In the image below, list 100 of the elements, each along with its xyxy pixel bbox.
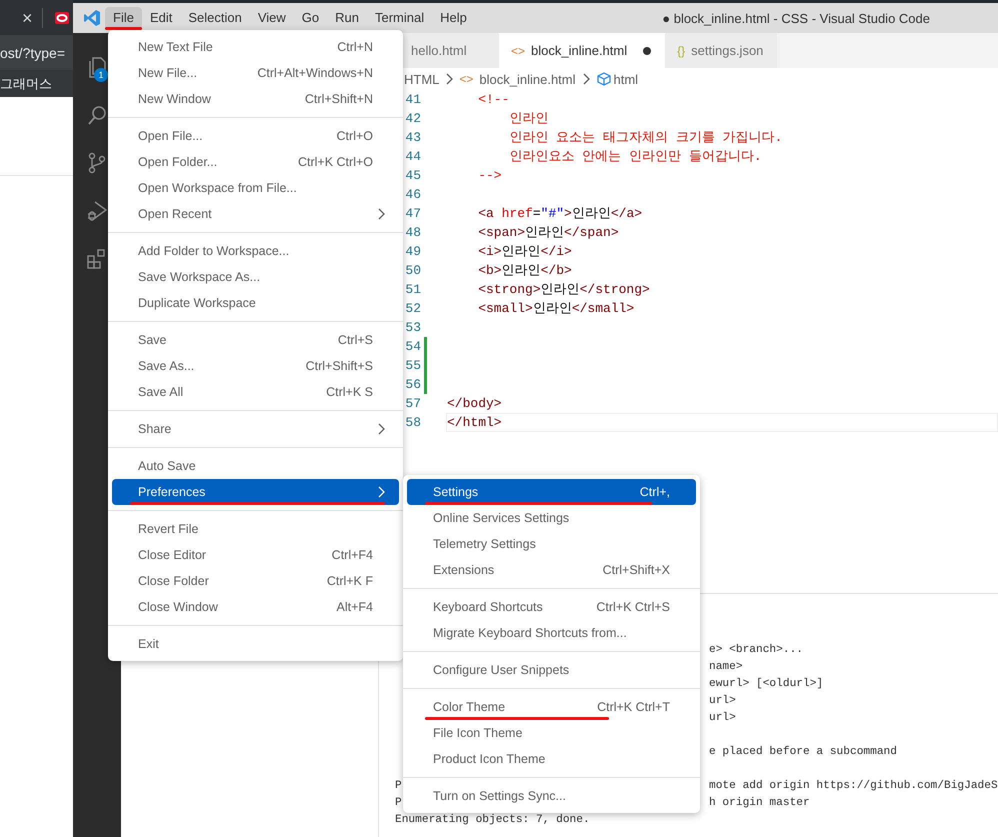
menu-item[interactable]: Settings Ctrl+,	[407, 479, 696, 505]
line-number: 55	[404, 358, 421, 373]
menu-bar-item[interactable]: Terminal	[367, 6, 432, 30]
code-token: >	[564, 206, 572, 221]
menu-item[interactable]: Color Theme Ctrl+K Ctrl+T	[407, 694, 696, 720]
menu-item[interactable]: Open Folder... Ctrl+K Ctrl+O	[112, 149, 399, 175]
line-number: 50	[404, 263, 421, 278]
line-number: 42	[404, 111, 421, 126]
menu-item[interactable]: Open Recent	[112, 201, 399, 227]
menu-item[interactable]: New Window Ctrl+Shift+N	[112, 86, 399, 112]
tab-label: hello.html	[411, 43, 467, 58]
terminal-text: P	[395, 780, 402, 792]
menu-item[interactable]: Save All Ctrl+K S	[112, 379, 399, 405]
code-token: <span>	[477, 225, 526, 240]
menu-item[interactable]: Keyboard Shortcuts Ctrl+K Ctrl+S	[407, 594, 696, 620]
menu-item[interactable]: File Icon Theme	[407, 720, 696, 746]
menu-item[interactable]: Close Editor Ctrl+F4	[112, 542, 399, 568]
code-token: </b>	[540, 263, 572, 278]
terminal-text: P	[395, 797, 402, 809]
play-bug-icon	[85, 199, 109, 223]
annotation-underline	[105, 26, 142, 30]
menu-item[interactable]: Open File... Ctrl+O	[112, 123, 399, 149]
code-token: </a>	[610, 206, 642, 221]
code-token: 인라인	[502, 244, 541, 259]
menu-bar-item[interactable]: Help	[432, 6, 475, 30]
tab-label: settings.json	[691, 43, 764, 58]
menu-item[interactable]: Turn on Settings Sync...	[407, 783, 696, 809]
code-token: 인라인	[508, 111, 548, 126]
cube-icon	[596, 71, 612, 87]
line-number: 47	[404, 206, 421, 221]
menu-item[interactable]: Exit	[112, 631, 399, 657]
code-token: 인라인요소 안에는 인라인만 들어갑니다.	[508, 149, 762, 164]
line-number: 52	[404, 301, 421, 316]
menu-item[interactable]: Duplicate Workspace	[112, 290, 399, 316]
code-token: 인라인	[525, 225, 564, 240]
line-number: 45	[404, 168, 421, 183]
tab-label: block_inline.html	[531, 43, 628, 58]
code-token: <i>	[477, 244, 502, 259]
menu-item[interactable]: Share	[112, 416, 399, 442]
menu-item[interactable]: Close Window Alt+F4	[112, 594, 399, 620]
code-token: </small>	[572, 301, 634, 316]
unsaved-dot-icon	[643, 46, 652, 54]
menu-bar-item[interactable]: Run	[327, 6, 367, 30]
menu-item[interactable]: Configure User Snippets	[407, 657, 696, 683]
editor-tab[interactable]: <> block_inline.html	[499, 33, 666, 68]
menu-bar-item[interactable]: Go	[294, 6, 328, 30]
line-number: 41	[404, 92, 421, 107]
line-number: 57	[404, 396, 421, 411]
menu-item[interactable]: Product Icon Theme	[407, 746, 696, 772]
menu-item[interactable]: Save Workspace As...	[112, 264, 399, 290]
line-number: 54	[404, 339, 421, 354]
window-title: ● block_inline.html - CSS - Visual Studio Code	[662, 10, 930, 26]
menu-bar-item[interactable]: View	[250, 6, 294, 30]
menu-bar-item[interactable]: Selection	[180, 6, 250, 30]
count-badge: 1	[94, 68, 108, 82]
line-number: 46	[404, 187, 421, 202]
menu-item[interactable]: Close Folder Ctrl+K F	[112, 568, 399, 594]
menu-item[interactable]: Open Workspace from File...	[112, 175, 399, 201]
menu-item[interactable]: Preferences	[112, 479, 399, 505]
code-token: </html>	[447, 415, 502, 430]
line-number: 56	[404, 377, 421, 392]
code-token: 인라인	[502, 263, 541, 278]
menu-item[interactable]: Online Services Settings	[407, 505, 696, 531]
breadcrumb-item[interactable]: html	[614, 72, 638, 86]
menu-item[interactable]: Save As... Ctrl+Shift+S	[112, 353, 399, 379]
terminal-text: url>	[709, 712, 736, 724]
terminal-text: url>	[709, 695, 736, 707]
line-number: 44	[404, 149, 421, 164]
menu-bar-item[interactable]: Edit	[142, 6, 180, 30]
menu-item[interactable]: Revert File	[112, 516, 399, 542]
file-type-icon: <>	[511, 44, 526, 58]
chevron-icon	[582, 73, 590, 85]
terminal-text: mote add origin https://github.com/BigJadeS	[709, 780, 998, 792]
menu-item[interactable]: Telemetry Settings	[407, 531, 696, 557]
breadcrumb-item[interactable]: block_inline.html	[479, 72, 576, 86]
menu-item[interactable]: Add Folder to Workspace...	[112, 238, 399, 264]
breadcrumb-item[interactable]: HTML	[404, 72, 440, 86]
editor-tab[interactable]: {} settings.json	[665, 33, 778, 68]
menu-item[interactable]: Save Ctrl+S	[112, 327, 399, 353]
menu-item[interactable]: Extensions Ctrl+Shift+X	[407, 557, 696, 583]
code-token: =	[532, 206, 541, 221]
line-number: 49	[404, 244, 421, 259]
close-tab-button[interactable]: ×	[22, 8, 33, 26]
code-token: <b>	[477, 263, 502, 278]
code-token: </body>	[447, 396, 502, 411]
code-token: </strong>	[580, 282, 650, 297]
line-number: 43	[404, 130, 421, 145]
code-token: 인라인 요소는 태그자체의 크기를 가집니다.	[508, 130, 782, 145]
terminal-text: h origin master	[709, 797, 810, 809]
menu-item[interactable]: Migrate Keyboard Shortcuts from...	[407, 620, 696, 646]
code-token: -->	[477, 168, 502, 183]
menu-item[interactable]: Auto Save	[112, 453, 399, 479]
menu-bar-item[interactable]: File	[105, 6, 142, 30]
code-token: "#"	[540, 206, 564, 221]
code-token: <strong>	[477, 282, 541, 297]
line-number: 51	[404, 282, 421, 297]
line-number: 58	[404, 415, 421, 430]
ring-icon	[54, 10, 70, 24]
code-token: 인라인	[532, 301, 572, 316]
code-token: <!--	[477, 92, 510, 107]
